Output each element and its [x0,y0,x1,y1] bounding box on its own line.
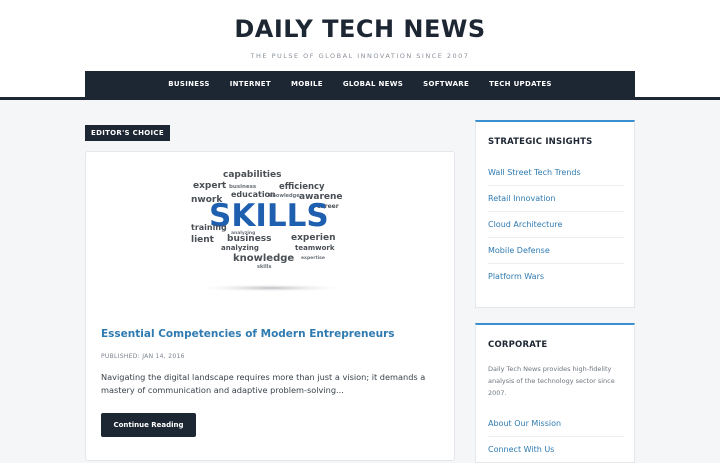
insight-link-cloud[interactable]: Cloud Architecture [488,212,624,238]
featured-post-card: capabilities expert efficiency business … [85,151,455,461]
about-mission-link[interactable]: About Our Mission [488,411,624,437]
header-divider [0,97,720,100]
word-efficiency: efficiency [279,182,325,192]
word-training: training [191,223,227,232]
word-capabilities: capabilities [223,170,281,180]
site-tagline: THE PULSE OF GLOBAL INNOVATION SINCE 200… [250,52,470,60]
nav-item-internet[interactable]: INTERNET [220,80,281,88]
word-skills: SKILLS [209,198,329,234]
word-lient: lient [191,235,215,245]
word-expert: expert [193,181,227,191]
word-teamwork: teamwork [295,244,335,252]
widget-title-insights: STRATEGIC INSIGHTS [488,137,593,147]
word-knowledge: knowledge [233,253,294,264]
corporate-links: About Our Mission Connect With Us [488,411,624,463]
post-meta: PUBLISHED: JAN 14, 2016 [101,353,185,360]
nav-item-business[interactable]: BUSINESS [158,80,219,88]
insight-link-platform-wars[interactable]: Platform Wars [488,264,624,290]
nav-item-software[interactable]: SOFTWARE [413,80,479,88]
editors-choice-badge: EDITOR'S CHOICE [85,125,170,141]
word-analyzing: analyzing [221,244,259,252]
main-nav: BUSINESS INTERNET MOBILE GLOBAL NEWS SOF… [85,71,635,97]
word-skills-small: skills [257,264,271,270]
insight-link-mobile-defense[interactable]: Mobile Defense [488,238,624,264]
nav-item-global-news[interactable]: GLOBAL NEWS [333,80,413,88]
insight-link-wall-street[interactable]: Wall Street Tech Trends [488,160,624,186]
insights-list: Wall Street Tech Trends Retail Innovatio… [488,160,624,290]
corporate-widget: CORPORATE Daily Tech News provides high-… [475,323,635,463]
strategic-insights-widget: STRATEGIC INSIGHTS Wall Street Tech Tren… [475,120,635,308]
word-experien: experien [291,233,336,243]
skills-word-cloud-image[interactable]: capabilities expert efficiency business … [191,162,351,294]
continue-reading-button[interactable]: Continue Reading [101,413,196,437]
site-header: DAILY TECH NEWS THE PULSE OF GLOBAL INNO… [0,0,720,100]
widget-title-corporate: CORPORATE [488,340,548,350]
connect-link[interactable]: Connect With Us [488,437,624,463]
post-title-link[interactable]: Essential Competencies of Modern Entrepr… [101,328,441,340]
insight-link-retail[interactable]: Retail Innovation [488,186,624,212]
post-excerpt: Navigating the digital landscape require… [101,372,426,395]
nav-item-mobile[interactable]: MOBILE [281,80,333,88]
corporate-description: Daily Tech News provides high-fidelity a… [488,365,615,397]
nav-item-tech-updates[interactable]: TECH UPDATES [479,80,562,88]
word-expertise: expertise [301,255,325,261]
site-title[interactable]: DAILY TECH NEWS [0,15,720,43]
word-business-large: business [227,234,272,244]
